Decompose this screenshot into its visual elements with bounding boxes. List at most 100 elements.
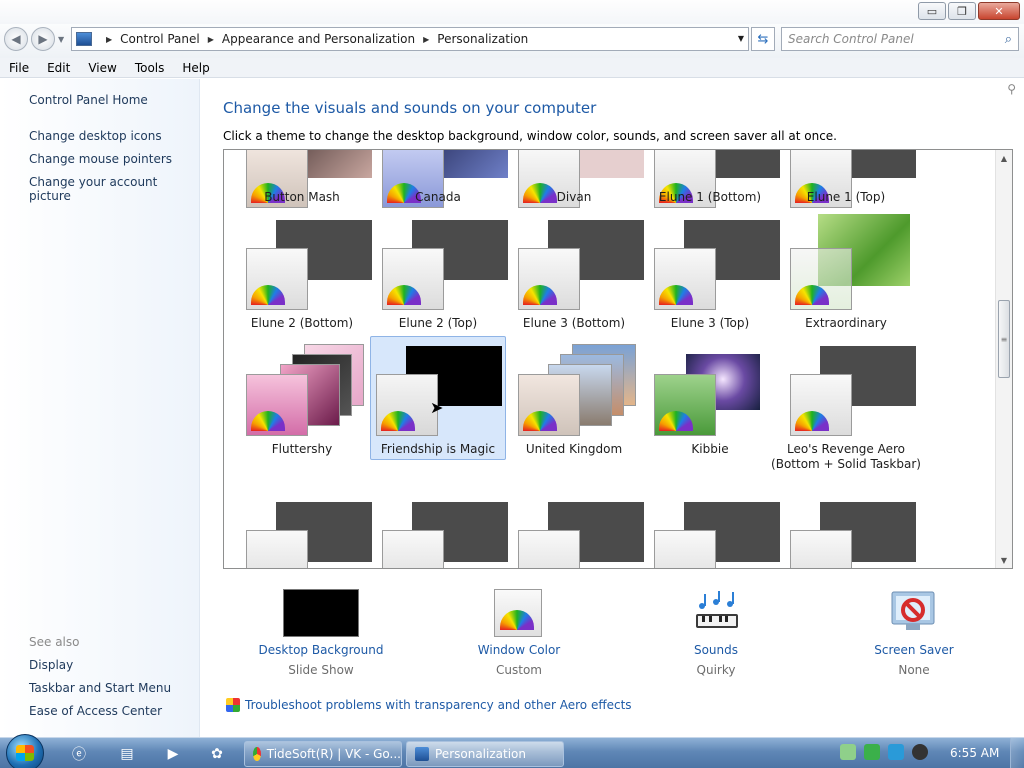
tray-app-icon[interactable]: [864, 744, 880, 760]
desktop-background-preview[interactable]: [283, 589, 359, 637]
media-player-icon[interactable]: ▶: [156, 742, 190, 766]
screen-saver-item: Screen Saver None: [844, 643, 984, 677]
color-fan-icon: [523, 411, 557, 431]
taskbar-task-personalization[interactable]: Personalization: [406, 741, 564, 767]
start-button[interactable]: [6, 734, 44, 768]
control-panel-icon: [415, 747, 429, 761]
shield-icon: [226, 698, 240, 712]
sounds-icon[interactable]: [692, 588, 742, 636]
sidebar-control-panel-home[interactable]: Control Panel Home: [29, 93, 148, 107]
theme-thumbnail: [518, 502, 646, 568]
search-input[interactable]: Search Control Panel ⌕: [781, 27, 1019, 51]
address-dropdown-icon[interactable]: ▼: [738, 34, 744, 43]
minimize-button[interactable]: ▭: [918, 2, 946, 20]
file-explorer-icon[interactable]: ▤: [110, 742, 144, 766]
close-button[interactable]: ✕: [978, 2, 1020, 20]
menu-edit[interactable]: Edit: [38, 61, 79, 75]
title-bar: ▭ ❐ ✕: [0, 0, 1024, 24]
sidebar-change-desktop-icons[interactable]: Change desktop icons: [29, 129, 162, 143]
color-fan-icon: [381, 411, 415, 431]
window-color-item: Window Color Custom: [449, 643, 589, 677]
theme-label: Elune 1 (Top): [806, 190, 886, 204]
volume-icon[interactable]: [912, 744, 928, 760]
theme-thumbnail: [654, 220, 782, 312]
navigation-bar: ◀ ▶ ▼ ▶ Control Panel ▶ Appearance and P…: [0, 24, 1024, 58]
sidebar-ease-of-access[interactable]: Ease of Access Center: [29, 704, 162, 718]
desktop-background-item: Desktop Background Slide Show: [251, 643, 391, 677]
sounds-link[interactable]: Sounds: [646, 643, 786, 657]
theme-thumbnail: [382, 220, 510, 312]
system-tray: [840, 744, 928, 760]
screen-saver-link[interactable]: Screen Saver: [844, 643, 984, 657]
page-title: Change the visuals and sounds on your co…: [223, 99, 597, 117]
help-icon[interactable]: ⚲: [1007, 82, 1016, 96]
color-fan-icon: [659, 411, 693, 431]
address-bar[interactable]: ▶ Control Panel ▶ Appearance and Persona…: [71, 27, 749, 51]
mouse-cursor-icon: ➤: [430, 398, 444, 417]
taskbar-task-browser[interactable]: TideSoft(R) | VK - Go...: [244, 741, 402, 767]
menu-view[interactable]: View: [79, 61, 125, 75]
window-controls: ▭ ❐ ✕: [918, 2, 1020, 20]
theme-thumbnail: [654, 502, 782, 568]
theme-thumbnail: [654, 346, 782, 438]
desktop-background-link[interactable]: Desktop Background: [251, 643, 391, 657]
theme-label: Extraordinary: [805, 316, 887, 330]
sidebar-change-account-picture[interactable]: Change your account picture: [29, 175, 199, 203]
theme-thumbnail: [518, 220, 646, 312]
troubleshoot-row: Troubleshoot problems with transparency …: [226, 698, 632, 712]
sidebar-change-mouse-pointers[interactable]: Change mouse pointers: [29, 152, 172, 166]
screen-saver-icon[interactable]: [888, 588, 938, 636]
scroll-up-icon[interactable]: ▲: [996, 150, 1012, 166]
refresh-icon: ⇆: [757, 31, 769, 47]
refresh-button[interactable]: ⇆: [751, 27, 775, 51]
menu-file[interactable]: File: [0, 61, 38, 75]
windows-logo-icon: [16, 745, 34, 761]
breadcrumb-personalization[interactable]: Personalization: [437, 32, 528, 46]
color-fan-icon: [795, 411, 829, 431]
theme-thumbnail: [382, 502, 510, 568]
theme-gallery[interactable]: Button Mash Canada Divan Elune 1 (Bottom…: [223, 149, 1013, 569]
breadcrumb-separator-icon[interactable]: ▶: [208, 35, 214, 44]
menu-tools[interactable]: Tools: [126, 61, 174, 75]
action-center-icon[interactable]: [840, 744, 856, 760]
sidebar-taskbar-start-menu[interactable]: Taskbar and Start Menu: [29, 681, 171, 695]
window-color-link[interactable]: Window Color: [449, 643, 589, 657]
sounds-value: Quirky: [696, 663, 736, 677]
color-fan-icon: [795, 285, 829, 305]
forward-button[interactable]: ▶: [31, 27, 55, 51]
theme-thumbnail: [246, 344, 374, 438]
network-icon[interactable]: [888, 744, 904, 760]
maximize-button[interactable]: ❐: [948, 2, 976, 20]
theme-thumbnail: [790, 502, 918, 568]
color-fan-icon: [659, 285, 693, 305]
theme-label: Leo's Revenge Aero (Bottom + Solid Taskb…: [771, 442, 921, 471]
theme-thumbnail: [790, 346, 918, 438]
breadcrumb-separator-icon[interactable]: ▶: [106, 35, 112, 44]
gallery-scrollbar[interactable]: ▲ ≡ ▼: [995, 150, 1012, 568]
back-arrow-icon: ◀: [11, 32, 21, 46]
show-desktop-button[interactable]: [1010, 738, 1024, 768]
app-icon[interactable]: ✿: [200, 742, 234, 766]
breadcrumb-appearance[interactable]: Appearance and Personalization: [222, 32, 415, 46]
chrome-icon: [253, 747, 261, 761]
scroll-thumb[interactable]: ≡: [998, 300, 1010, 378]
window-color-value: Custom: [496, 663, 542, 677]
scroll-down-icon[interactable]: ▼: [996, 552, 1012, 568]
sidebar-display[interactable]: Display: [29, 658, 73, 672]
clock[interactable]: 6:55 AM: [950, 746, 999, 760]
breadcrumb-control-panel[interactable]: Control Panel: [120, 32, 200, 46]
color-fan-icon: [251, 411, 285, 431]
back-button[interactable]: ◀: [4, 27, 28, 51]
window-color-preview[interactable]: [494, 589, 542, 637]
taskbar: ⓔ ▤ ▶ ✿ TideSoft(R) | VK - Go... Persona…: [0, 734, 1024, 768]
breadcrumb-separator-icon[interactable]: ▶: [423, 35, 429, 44]
search-icon[interactable]: ⌕: [1005, 32, 1012, 47]
internet-explorer-icon[interactable]: ⓔ: [62, 742, 96, 766]
menu-help[interactable]: Help: [173, 61, 218, 75]
recent-pages-dropdown-icon[interactable]: ▼: [58, 35, 64, 44]
theme-thumbnail: [518, 344, 646, 438]
menu-bar: File Edit View Tools Help: [0, 58, 1024, 78]
screen-saver-value: None: [898, 663, 930, 677]
troubleshoot-link[interactable]: Troubleshoot problems with transparency …: [245, 698, 632, 712]
sounds-item: Sounds Quirky: [646, 643, 786, 677]
